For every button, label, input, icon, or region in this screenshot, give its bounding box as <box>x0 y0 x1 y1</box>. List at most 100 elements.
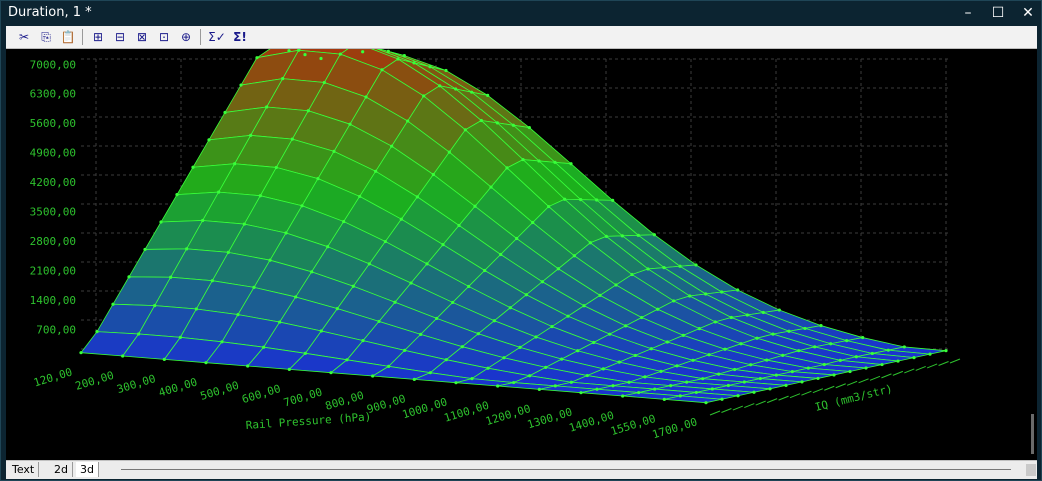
delete-row-icon[interactable]: ⊟ <box>111 28 129 46</box>
surface-node <box>710 387 714 391</box>
surface-node <box>528 374 532 378</box>
surface-node <box>729 315 733 320</box>
vertical-scrollbar[interactable] <box>1029 49 1037 460</box>
surface-node <box>672 299 676 303</box>
resize-grip[interactable] <box>1026 464 1036 476</box>
x-tick-label: 1200,00 <box>484 402 532 428</box>
surface-node <box>774 373 778 377</box>
surface-node <box>665 340 669 344</box>
y-tick-mark <box>801 390 812 396</box>
surface-node <box>367 262 371 266</box>
y-tick-mark <box>755 400 766 406</box>
editor-window: Duration, 1 * – ☐ ✕ ✂ ⎘ 📋 ⊞ ⊟ ⊠ ⊡ ⊕ Σ✓ Σ… <box>0 0 1042 481</box>
y-tick-mark <box>721 408 732 413</box>
surface-node <box>761 310 765 315</box>
surface-node <box>319 329 323 333</box>
x-tick-label: 200,00 <box>74 369 116 393</box>
sum-check-icon[interactable]: Σ✓ <box>206 28 228 46</box>
surface-node <box>252 285 256 289</box>
surface-node <box>765 358 769 362</box>
surface-node <box>653 387 657 391</box>
surface-node <box>422 94 426 98</box>
surface-node <box>624 324 628 328</box>
surface-node <box>675 364 679 368</box>
surface-node <box>121 354 125 358</box>
x-tick-label: 1000,00 <box>401 395 449 421</box>
surface-node <box>438 84 442 88</box>
x-tick-label: 800,00 <box>324 389 366 413</box>
maximize-button[interactable]: ☐ <box>983 1 1013 26</box>
surface-node <box>845 339 849 343</box>
close-button[interactable]: ✕ <box>1013 1 1042 26</box>
copy-icon[interactable]: ⎘ <box>37 28 55 46</box>
y-tick-mark <box>709 410 721 416</box>
surface-node <box>717 372 721 376</box>
surface-node <box>621 394 625 398</box>
surface-node <box>338 52 342 56</box>
y-tick-mark <box>892 370 904 376</box>
surface-node <box>258 194 262 198</box>
insert-row-icon[interactable]: ⊞ <box>89 28 107 46</box>
surface-node <box>592 340 596 345</box>
surface-node <box>239 83 243 87</box>
surface-node <box>508 306 512 310</box>
x-tick-label: 1400,00 <box>567 409 615 435</box>
sum-exclaim-icon[interactable]: Σ! <box>230 28 250 46</box>
surface-node <box>848 369 852 374</box>
surface-node <box>457 223 461 228</box>
surface-node <box>540 280 544 284</box>
y-tick-mark <box>789 393 801 399</box>
surface-node <box>560 357 564 361</box>
surface-node <box>399 217 403 221</box>
delete-col-icon[interactable]: ⊡ <box>155 28 173 46</box>
surface-node <box>582 304 586 308</box>
surface-node <box>659 369 663 373</box>
surface-node <box>749 363 753 367</box>
surface-node <box>95 330 99 334</box>
surface-node <box>886 348 890 352</box>
y-tick-mark <box>824 385 835 391</box>
insert-col-icon[interactable]: ⊠ <box>133 28 151 46</box>
surface-node <box>246 364 250 368</box>
surface-node <box>175 193 179 197</box>
surface-node <box>143 247 147 252</box>
surface-node <box>342 219 346 224</box>
surface-chart[interactable]: 700,00 1400,00 2100,00 2800,00 3500,00 4200,0… <box>6 37 1029 460</box>
minimize-button[interactable]: – <box>953 1 983 26</box>
surface-node <box>278 320 282 324</box>
surface-node <box>303 351 307 355</box>
surface-node <box>537 387 541 391</box>
surface-node <box>704 292 708 296</box>
surface-node <box>268 258 272 262</box>
surface-node <box>415 195 419 199</box>
surface-node <box>550 324 554 329</box>
surface-node <box>361 50 365 54</box>
tab-text[interactable]: Text <box>8 462 40 477</box>
surface-node <box>496 384 500 388</box>
x-tick-label: 400,00 <box>157 375 199 399</box>
surface-node <box>579 391 583 395</box>
y-tick-mark <box>812 388 824 394</box>
surface-node <box>383 239 387 244</box>
surface-plot-area[interactable]: 700,00 1400,00 2100,00 2800,00 3500,00 4200,0… <box>6 37 1029 460</box>
surface-node <box>588 241 592 245</box>
tab-3d[interactable]: 3d <box>76 462 99 477</box>
surface-node <box>681 333 685 337</box>
surface-node <box>579 198 583 202</box>
cut-icon[interactable]: ✂ <box>15 28 33 46</box>
surface-node <box>656 307 660 311</box>
z-tick-label: 6300,00 <box>30 88 76 101</box>
scrollbar-thumb[interactable] <box>1031 414 1034 454</box>
surface-node <box>409 281 413 285</box>
surface-node <box>678 264 682 268</box>
surface-node <box>617 360 621 364</box>
window-title: Duration, 1 * <box>8 5 92 20</box>
surface-node <box>736 394 740 398</box>
z-tick-label: 7000,00 <box>30 58 76 71</box>
tab-2d[interactable]: 2d <box>50 462 73 477</box>
copy-axis-icon[interactable]: ⊕ <box>177 28 195 46</box>
paste-icon[interactable]: 📋 <box>59 28 77 46</box>
surface-node <box>768 387 772 391</box>
surface-node <box>553 384 557 388</box>
surface-node <box>777 308 781 312</box>
